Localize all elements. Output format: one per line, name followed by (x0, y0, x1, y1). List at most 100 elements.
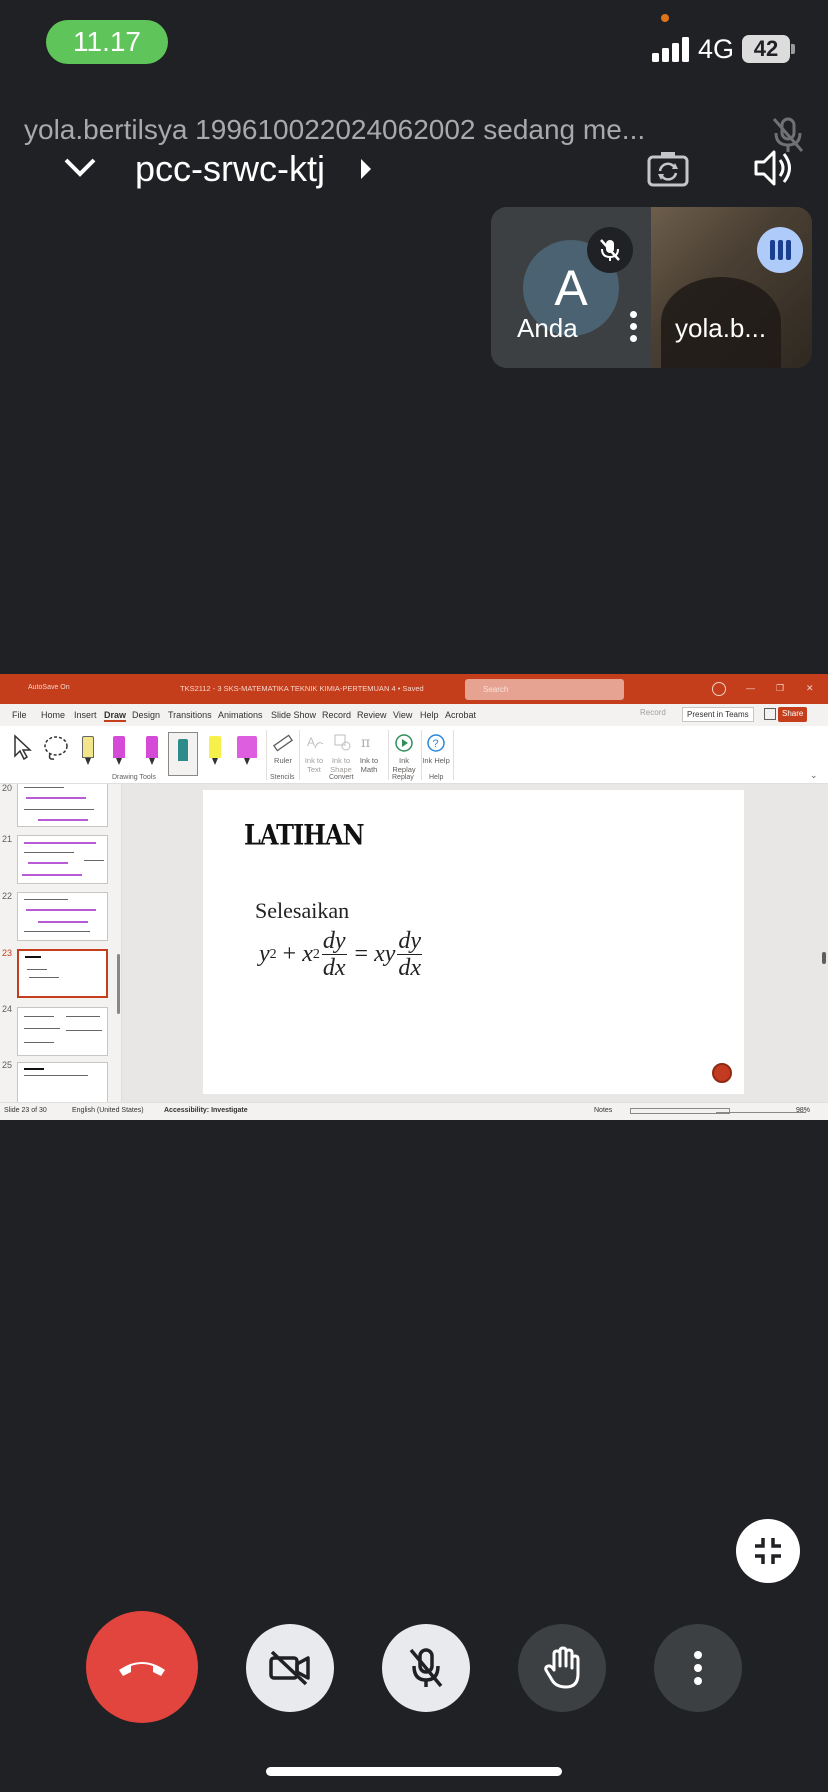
eq-fraction: dy dx (397, 928, 423, 981)
camera-toggle-button[interactable] (246, 1624, 334, 1712)
zoom-level: 98% (796, 1107, 811, 1114)
exit-fullscreen-button[interactable] (736, 1519, 800, 1583)
participant-tiles: A Anda yola.b... (491, 207, 812, 368)
eq-frac-num: dy (397, 928, 423, 955)
ink-replay-icon (393, 732, 415, 759)
ppt-titlebar: AutoSave On TKS2112 - 3 SKS-MATEMATIKA T… (0, 674, 828, 704)
chevron-down-icon[interactable] (60, 154, 100, 184)
ppt-statusbar: Slide 23 of 30 English (United States) A… (0, 1102, 828, 1120)
eq-fraction: dy dx (321, 928, 347, 981)
meeting-info-arrow-icon[interactable] (361, 159, 371, 179)
accessibility-status: Accessibility: Investigate (164, 1107, 248, 1114)
notes-button: Notes (594, 1107, 613, 1114)
svg-text:π: π (361, 735, 370, 751)
mic-off-icon (587, 227, 633, 273)
svg-text:?: ? (433, 738, 439, 750)
pen-magenta-icon (113, 736, 125, 766)
menu-slide-show: Slide Show (271, 710, 317, 720)
hand-icon (544, 1646, 580, 1689)
more-options-button[interactable] (654, 1624, 742, 1712)
comments-icon (764, 708, 776, 720)
ppt-search: Search (465, 679, 624, 700)
home-indicator[interactable] (266, 1767, 562, 1776)
slide-thumbnail (17, 892, 108, 941)
ink-to-math-label: Ink to Math (359, 756, 379, 774)
camera-off-icon (269, 1650, 310, 1686)
view-buttons (630, 1108, 730, 1114)
eq-frac-den: dx (322, 955, 346, 981)
battery-level: 42 (753, 36, 779, 61)
raise-hand-button[interactable] (518, 1624, 606, 1712)
restore-icon: ❐ (776, 683, 785, 693)
mic-toggle-button[interactable] (382, 1624, 470, 1712)
group-stencils: Stencils (270, 774, 295, 781)
ppt-menu: File Home Insert Draw Design Transitions… (0, 704, 828, 726)
thumb-number: 23 (2, 948, 13, 958)
switch-camera-icon[interactable] (646, 149, 690, 189)
slide-equation: y2 + x2 dy dx = xy dy dx (259, 928, 424, 981)
slide-thumbnails: 20 21 22 23 24 25 (0, 784, 122, 1102)
menu-insert: Insert (74, 710, 97, 720)
account-icon (712, 682, 726, 696)
thumb-number: 21 (2, 834, 13, 844)
eq-equals: = (354, 941, 369, 967)
speaking-indicator-icon (757, 227, 803, 273)
ink-to-math-icon: π (359, 732, 379, 757)
slide-thumbnail-selected (17, 949, 108, 998)
participant-name: yola.b... (675, 313, 767, 343)
svg-text:A: A (307, 735, 315, 749)
menu-home: Home (41, 710, 66, 720)
slide-thumbnail (17, 784, 108, 827)
thumb-number: 20 (2, 784, 13, 793)
menu-review: Review (357, 710, 387, 720)
ink-to-shape-label: Ink to Shape (330, 756, 352, 774)
signal-icon (652, 36, 692, 62)
select-arrow-icon (12, 734, 34, 765)
end-call-button[interactable] (86, 1611, 198, 1723)
ink-to-text-icon: A (305, 732, 325, 757)
avatar-initial: A (554, 260, 588, 316)
eq-rhs: xy (374, 941, 396, 967)
slide-subtitle: Selesaikan (255, 898, 350, 923)
meeting-header: pcc-srwc-ktj (0, 140, 828, 200)
privacy-indicator-dot (661, 14, 669, 22)
meeting-code[interactable]: pcc-srwc-ktj (135, 148, 325, 190)
present-in-teams-button: Present in Teams (682, 707, 754, 722)
speaker-icon[interactable] (752, 146, 796, 190)
ribbon-separator (453, 730, 454, 780)
menu-record: Record (322, 710, 352, 720)
canvas-scrollbar (822, 952, 826, 964)
thumb-number: 25 (2, 1060, 13, 1070)
shared-screen: AutoSave On TKS2112 - 3 SKS-MATEMATIKA T… (0, 674, 828, 1120)
menu-draw: Draw (104, 710, 127, 722)
slide-thumbnail (17, 1007, 108, 1056)
menu-design: Design (132, 710, 161, 720)
minimize-icon: — (746, 683, 755, 693)
menu-animations: Animations (218, 710, 263, 720)
language: English (United States) (72, 1107, 144, 1114)
slide-count: Slide 23 of 30 (4, 1107, 47, 1114)
thumb-number: 22 (2, 891, 13, 901)
menu-view: View (393, 710, 413, 720)
battery-icon: 42 (742, 35, 790, 63)
autosave-toggle: AutoSave On (28, 684, 70, 691)
participant-video-tile[interactable]: yola.b... (651, 207, 812, 368)
menu-file: File (12, 710, 27, 720)
group-convert: Convert (329, 774, 354, 781)
collapse-icon (755, 1538, 781, 1564)
highlighter-pink-icon (237, 736, 257, 766)
clock: 11.17 (73, 26, 141, 57)
phone-hangup-icon (119, 1662, 165, 1676)
ribbon-separator (266, 730, 267, 780)
slide-canvas: LATIHAN Selesaikan y2 + x2 dy dx = xy dy d… (122, 784, 828, 1102)
ink-to-shape-icon (332, 732, 352, 757)
ruler-icon (272, 732, 294, 759)
record-button: Record (640, 708, 666, 717)
ribbon-separator (421, 730, 422, 780)
more-options-icon[interactable] (625, 311, 641, 347)
pen-black-icon (82, 736, 94, 766)
self-tile[interactable]: A Anda (491, 207, 651, 368)
self-name: Anda (517, 313, 578, 343)
lasso-icon (42, 734, 70, 767)
current-slide: LATIHAN Selesaikan y2 + x2 dy dx = xy dy d… (203, 790, 744, 1094)
